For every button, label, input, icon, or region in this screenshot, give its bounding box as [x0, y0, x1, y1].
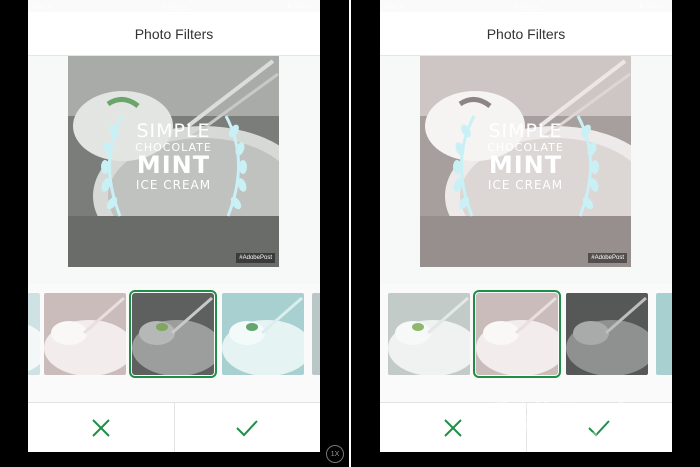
filter-strip[interactable]: [28, 284, 320, 402]
zoom-badge[interactable]: 1X: [326, 445, 344, 463]
filter-strip[interactable]: [380, 284, 672, 402]
split-divider: [349, 0, 351, 467]
laurel-right-icon: [576, 115, 599, 217]
checkmark-icon: [236, 419, 258, 436]
watermark: 重灌狂人 HTTP://BRIIAN.COM: [476, 390, 644, 454]
action-bar: [28, 402, 320, 452]
close-icon: [92, 418, 110, 437]
filter-thumb-warm-pink[interactable]: [473, 290, 561, 378]
status-bar: iPad ᯤ 下午5:10 ⊕ 41% ▭: [380, 0, 672, 12]
header: Photo Filters: [28, 12, 320, 56]
laurel-right-icon: [224, 115, 247, 217]
clock: 下午5:10: [513, 5, 539, 12]
clock: 下午5:10: [161, 5, 187, 12]
phone-screen-left: iPad ᯤ 下午5:10 ⊕ 41% ▭ Photo Filters SIMP…: [28, 0, 320, 452]
battery-status: ⊕ 41% ▭: [287, 3, 315, 10]
confirm-button[interactable]: [173, 403, 321, 452]
filter-thumb-cool-cyan[interactable]: [388, 293, 470, 375]
photo-preview-area: SIMPLE CHOCOLATE MINT ICE CREAM #AdobePo…: [380, 56, 672, 284]
close-icon: [444, 418, 462, 437]
filter-thumb-teal-tint[interactable]: [222, 293, 304, 375]
cancel-button[interactable]: [28, 403, 174, 452]
filter-thumb-dark-gray[interactable]: [129, 290, 217, 378]
status-bar: iPad ᯤ 下午5:10 ⊕ 41% ▭: [28, 0, 320, 12]
header: Photo Filters: [380, 12, 672, 56]
battery-status: ⊕ 41% ▭: [639, 3, 667, 10]
filter-thumb-partial[interactable]: [312, 293, 320, 375]
filter-thumb-teal-tint[interactable]: [656, 293, 672, 375]
filter-thumb-cool-cyan[interactable]: [28, 293, 40, 375]
photo-preview: SIMPLE CHOCOLATE MINT ICE CREAM #AdobePo…: [420, 56, 631, 267]
page-title: Photo Filters: [486, 25, 566, 42]
phone-screen-right: iPad ᯤ 下午5:10 ⊕ 41% ▭ Photo Filters SIMP…: [380, 0, 672, 452]
watermark-title: 重灌狂人: [476, 399, 645, 443]
hashtag-badge: #AdobePost: [236, 253, 275, 263]
photo-preview-area: SIMPLE CHOCOLATE MINT ICE CREAM #AdobePo…: [28, 56, 320, 284]
filter-thumb-warm-pink[interactable]: [44, 293, 126, 375]
laurel-left-icon: [101, 115, 124, 217]
laurel-left-icon: [453, 115, 476, 217]
photo-preview: SIMPLE CHOCOLATE MINT ICE CREAM #AdobePo…: [68, 56, 279, 267]
filter-thumb-dark-gray[interactable]: [566, 293, 648, 375]
page-title: Photo Filters: [134, 25, 214, 42]
hashtag-badge: #AdobePost: [588, 253, 627, 263]
